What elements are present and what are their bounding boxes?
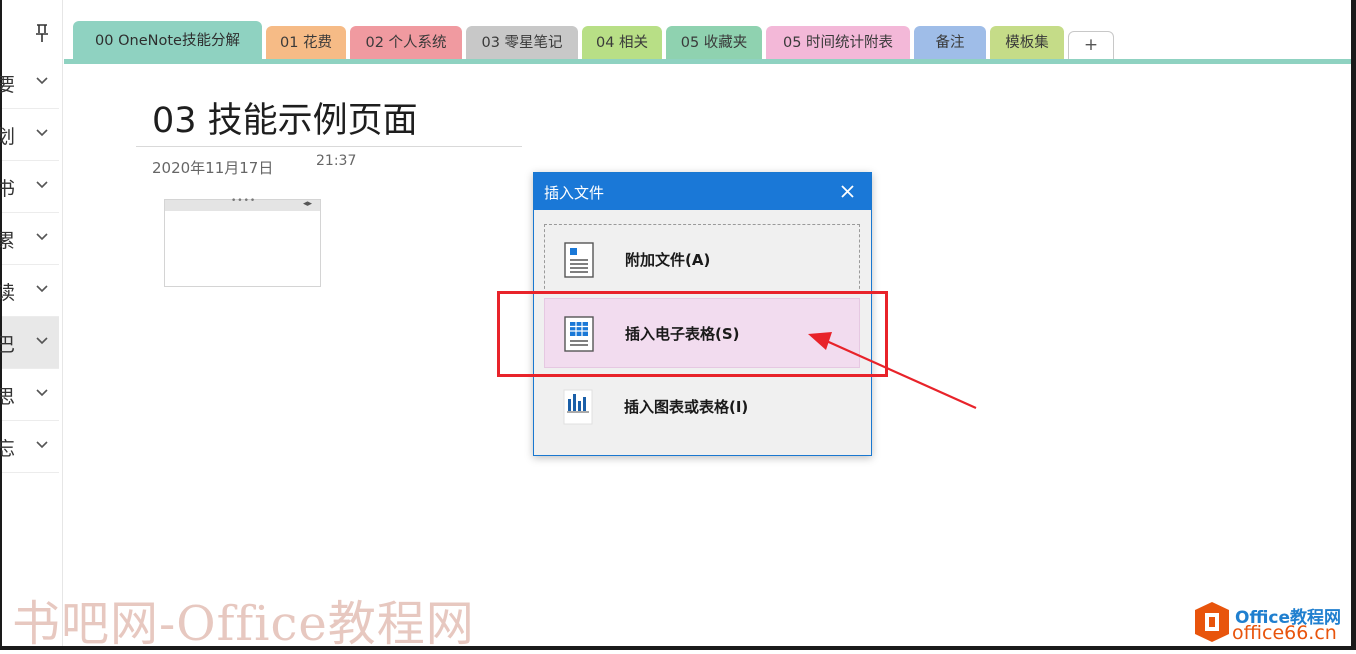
section-item-3[interactable]: 书 [0, 161, 59, 213]
tab-label: 01 花费 [279, 35, 333, 51]
tab-label: 00 OneNote技能分解 [95, 33, 240, 49]
tab-label: 03 零星笔记 [481, 35, 563, 51]
section-item-5[interactable]: 读 [0, 265, 59, 317]
dialog-title: 插入文件 [544, 184, 605, 202]
page-title[interactable]: 03 技能示例页面 [152, 92, 418, 143]
section-label: 要 [0, 74, 16, 96]
section-label: 思 [0, 386, 16, 408]
watermark-text: 书吧网-Office教程网 [12, 596, 475, 652]
watermark-site-url: office66.cn [1232, 622, 1337, 644]
option-label: 附加文件(A) [625, 251, 711, 269]
chevron-down-icon [36, 441, 48, 449]
page-date: 2020年11月17日 [152, 159, 274, 177]
chevron-down-icon [36, 129, 48, 137]
chevron-down-icon [36, 233, 48, 241]
chart-icon [563, 389, 593, 425]
option-label: 插入图表或表格(I) [624, 398, 749, 416]
drag-dots-icon: •••• [231, 196, 257, 206]
container-drag-handle[interactable]: •••• ◂▸ [165, 196, 320, 211]
title-divider [136, 146, 522, 147]
close-icon[interactable] [838, 182, 857, 201]
chevron-down-icon [36, 77, 48, 85]
tab-personal-system[interactable]: 02 个人系统 [350, 26, 462, 60]
tab-expenses[interactable]: 01 花费 [266, 26, 346, 60]
tab-onenote-skills[interactable]: 00 OneNote技能分解 [73, 21, 262, 60]
section-label: 累 [0, 230, 16, 252]
section-item-8[interactable]: 忘 [0, 421, 59, 473]
section-item-2[interactable]: 划 [0, 109, 59, 161]
section-label: 书 [0, 178, 16, 200]
attach-file-option[interactable]: 附加文件(A) [544, 224, 860, 294]
add-icon: + [1083, 35, 1099, 55]
section-item-1[interactable]: 要 [0, 57, 59, 109]
chevron-down-icon [36, 181, 48, 189]
pin-icon[interactable] [34, 24, 50, 44]
section-label: 划 [0, 126, 16, 148]
tab-underline [64, 59, 1351, 64]
resize-arrows-icon[interactable]: ◂▸ [303, 199, 312, 209]
chevron-down-icon [36, 285, 48, 293]
section-label: 读 [0, 282, 16, 304]
tab-label: 05 收藏夹 [680, 35, 748, 51]
tab-label: 备注 [935, 35, 965, 51]
tab-label: 05 时间统计附表 [782, 35, 894, 51]
add-tab-button[interactable]: + [1068, 31, 1114, 60]
chevron-down-icon [36, 389, 48, 397]
document-icon [564, 242, 594, 278]
section-label: 巴 [0, 334, 16, 356]
tab-notes[interactable]: 备注 [914, 26, 986, 60]
tab-label: 模板集 [1005, 35, 1049, 51]
tab-templates[interactable]: 模板集 [990, 26, 1064, 60]
section-label: 忘 [0, 438, 16, 460]
tab-scattered-notes[interactable]: 03 零星笔记 [466, 26, 578, 60]
section-item-7[interactable]: 思 [0, 369, 59, 421]
tab-label: 04 相关 [595, 35, 649, 51]
tab-time-stats[interactable]: 05 时间统计附表 [766, 26, 910, 60]
note-container[interactable]: •••• ◂▸ [164, 196, 321, 287]
page-time: 21:37 [316, 153, 357, 169]
annotation-arrow [808, 332, 977, 410]
section-item-6[interactable]: 巴 [0, 317, 59, 369]
dialog-header: 插入文件 [534, 173, 871, 210]
section-item-4[interactable]: 累 [0, 213, 59, 265]
tab-favorites[interactable]: 05 收藏夹 [666, 26, 762, 60]
chevron-down-icon [36, 337, 48, 345]
tab-label: 02 个人系统 [365, 35, 447, 51]
office-logo-icon [1195, 602, 1229, 642]
tab-related[interactable]: 04 相关 [582, 26, 662, 60]
notebook-tab-bar: 00 OneNote技能分解 01 花费 02 个人系统 03 零星笔记 04 … [64, 0, 1351, 64]
section-sidebar: 要 划 书 累 读 巴 思 忘 [0, 0, 63, 646]
